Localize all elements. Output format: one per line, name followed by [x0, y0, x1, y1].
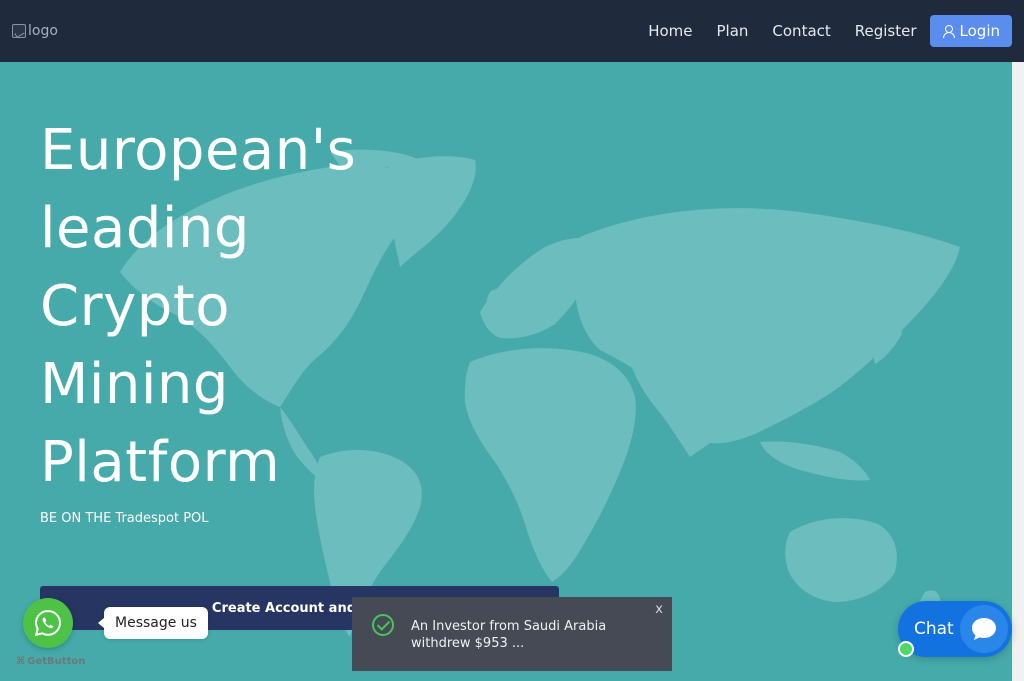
- getbutton-label: GetButton: [27, 656, 86, 667]
- chat-icon-circle: [960, 605, 1008, 653]
- toast-message: An Investor from Saudi Arabia withdrew $…: [411, 619, 607, 651]
- hero-tagline: BE ON THE Tradespot POL: [40, 511, 209, 526]
- login-label: Login: [959, 22, 1000, 40]
- main-nav: Home Plan Contact Register Login: [648, 15, 1012, 47]
- investor-notification-toast: An Investor from Saudi Arabia withdrew $…: [352, 597, 672, 671]
- logo-broken-image[interactable]: logo: [12, 23, 58, 39]
- whatsapp-icon: [34, 609, 62, 637]
- nav-link-contact[interactable]: Contact: [772, 22, 830, 40]
- chat-bubble-icon: [972, 618, 996, 640]
- online-status-dot: [898, 641, 914, 657]
- check-circle-icon: [372, 614, 394, 636]
- getbutton-logo-icon: ⌘: [16, 656, 26, 667]
- hero-section: European's leading Crypto Mining Platfor…: [0, 62, 1012, 681]
- user-icon: [942, 24, 955, 38]
- nav-link-register[interactable]: Register: [855, 22, 917, 40]
- nav-link-home[interactable]: Home: [648, 22, 692, 40]
- headline-line-2: leading: [40, 196, 250, 261]
- login-button[interactable]: Login: [929, 15, 1012, 47]
- whatsapp-message-bubble[interactable]: Message us: [98, 607, 208, 639]
- whatsapp-button[interactable]: [23, 598, 73, 648]
- chat-label: Chat: [914, 619, 954, 639]
- headline-line-1: European's: [40, 118, 357, 183]
- nav-link-plan[interactable]: Plan: [716, 22, 748, 40]
- headline-line-5: Platform: [40, 430, 281, 495]
- page-scrollbar[interactable]: [1012, 62, 1024, 681]
- logo-alt-text: logo: [28, 23, 58, 39]
- toast-close-button[interactable]: x: [655, 602, 663, 617]
- chat-widget-button[interactable]: Chat: [898, 601, 1012, 657]
- navbar: logo Home Plan Contact Register Login: [0, 0, 1024, 62]
- headline-line-3: Crypto: [40, 274, 231, 339]
- headline-line-4: Mining: [40, 352, 229, 417]
- hero-headline: European's leading Crypto Mining Platfor…: [40, 112, 440, 502]
- getbutton-branding[interactable]: ⌘ GetButton: [16, 656, 85, 667]
- broken-image-icon: [12, 24, 26, 38]
